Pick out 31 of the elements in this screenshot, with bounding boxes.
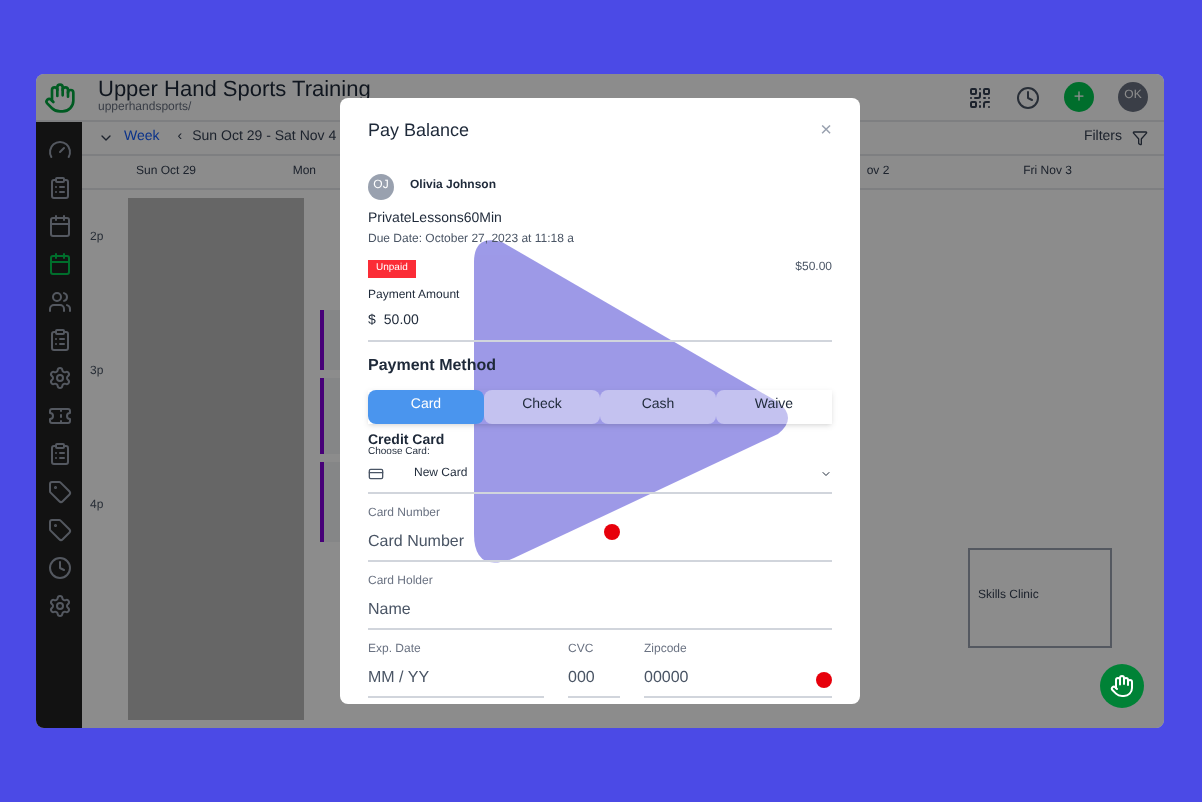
nav-icon[interactable] <box>47 252 71 276</box>
qr-icon[interactable] <box>968 85 992 109</box>
hand-icon <box>1110 674 1134 698</box>
card-holder-field[interactable]: Name <box>368 597 832 619</box>
nav-icon[interactable] <box>47 290 71 314</box>
logo-icon <box>43 81 75 113</box>
nav-icon[interactable] <box>47 404 71 428</box>
app-title: Upper Hand Sports Training <box>98 80 371 102</box>
card-number-field[interactable]: Card Number <box>368 529 832 551</box>
clock-icon[interactable] <box>1016 85 1040 109</box>
nav-icon[interactable] <box>47 556 71 580</box>
caret-icon[interactable] <box>98 130 114 146</box>
nav-icon[interactable] <box>47 138 71 162</box>
caret-icon <box>820 468 832 480</box>
nav-icon[interactable] <box>47 176 71 200</box>
nav-icon[interactable] <box>47 442 71 466</box>
nav-icon[interactable] <box>47 328 71 352</box>
nav-icon[interactable] <box>47 480 71 504</box>
nav-icon[interactable] <box>47 594 71 618</box>
close-button[interactable]: × <box>820 116 832 146</box>
card-icon <box>368 466 384 482</box>
filter-icon[interactable] <box>1132 130 1148 146</box>
zipcode-field[interactable]: 00000 <box>644 665 816 687</box>
cvc-field[interactable]: 000 <box>568 665 620 687</box>
nav-icon[interactable] <box>47 214 71 238</box>
help-button[interactable] <box>1100 664 1144 708</box>
expiry-field[interactable]: MM / YY <box>368 665 544 687</box>
nav-icon[interactable] <box>47 518 71 542</box>
section-heading: Payment Method <box>368 353 499 377</box>
nav-icon[interactable] <box>47 366 71 390</box>
dialog-title: Pay Balance <box>368 117 470 144</box>
